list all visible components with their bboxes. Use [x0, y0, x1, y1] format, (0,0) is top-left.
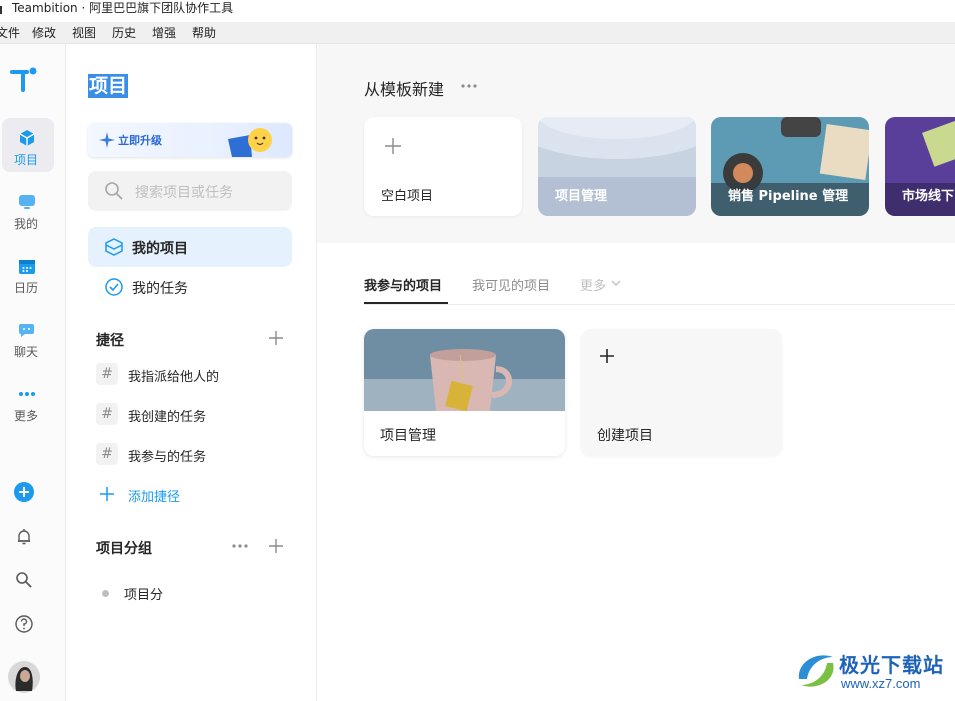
menu-bar: 文件 修改 视图 历史 增强 帮助: [0, 22, 955, 44]
group-dot-icon: [102, 590, 109, 597]
nav-label: 我的任务: [132, 281, 188, 297]
template-heading: 从模板新建: [364, 80, 445, 99]
rail-item-label: 项目: [13, 153, 38, 167]
tab-participating[interactable]: 我参与的项目: [364, 275, 442, 294]
nav-my-tasks[interactable]: 我的任务: [88, 267, 292, 307]
help-icon[interactable]: [13, 613, 35, 635]
search-placeholder: 搜索项目或任务: [135, 185, 233, 201]
rail-item-label: 更多: [13, 409, 38, 423]
menu-help[interactable]: 帮助: [192, 26, 216, 40]
rail-item-label: 我的: [13, 217, 38, 231]
menu-history[interactable]: 历史: [112, 26, 136, 40]
add-group-plus-icon[interactable]: [268, 538, 284, 554]
add-shortcut-plus-icon[interactable]: [268, 330, 284, 346]
sidebar: 项目 立即升级 搜索项目或任务 我的项目 我的任务 捷径 # 我指派给他人的 #…: [66, 44, 317, 701]
template-card-label: 销售 Pipeline 管理: [728, 189, 849, 204]
app-icon: [0, 6, 4, 14]
add-shortcut-label: 添加捷径: [128, 490, 181, 505]
rail-item-label: 聊天: [13, 345, 38, 359]
shortcut-label: 我指派给他人的: [128, 370, 220, 385]
add-icon[interactable]: [13, 481, 35, 503]
plus-icon: [100, 487, 114, 501]
hash-icon: #: [96, 363, 118, 385]
project-card-label: 项目管理: [380, 428, 436, 444]
rail-item-calendar[interactable]: 日历: [2, 246, 54, 300]
project-cube-icon: [19, 130, 35, 146]
shortcut-label: 我创建的任务: [128, 410, 207, 425]
upgrade-label: 立即升级: [118, 134, 162, 147]
group-more-icon[interactable]: [231, 538, 249, 554]
create-project-card[interactable]: 创建项目: [581, 329, 782, 456]
watermark: 极光下载站 www.xz7.com: [793, 645, 953, 697]
search-icon[interactable]: [13, 569, 35, 591]
chevron-down-icon: [611, 280, 621, 286]
create-project-label: 创建项目: [597, 428, 653, 444]
active-tab-indicator: [364, 302, 448, 304]
nav-label: 我的项目: [132, 241, 188, 257]
nav-my-projects[interactable]: 我的项目: [88, 227, 292, 267]
menu-file[interactable]: 文件: [0, 26, 20, 40]
template-card-label: 市场线下: [902, 189, 955, 204]
tab-more[interactable]: 更多: [580, 275, 606, 294]
menu-edit[interactable]: 修改: [32, 26, 56, 40]
main-content: 从模板新建 空白项目 项目管理 销售 Pipeline 管理 市场线下 我参与的…: [317, 44, 955, 701]
project-layers-icon: [105, 238, 123, 256]
chat-bubble-icon: [18, 324, 34, 337]
template-section: 从模板新建 空白项目 项目管理 销售 Pipeline 管理 市场线下: [317, 44, 955, 243]
template-card-offline-marketing[interactable]: 市场线下: [885, 117, 955, 216]
window-title: Teambition · 阿里巴巴旗下团队协作工具: [12, 1, 234, 15]
teambition-logo-icon[interactable]: [10, 66, 38, 94]
search-icon: [105, 182, 123, 200]
plus-icon: [600, 349, 614, 363]
project-card[interactable]: 项目管理: [364, 329, 565, 456]
template-card-sales-pipeline[interactable]: 销售 Pipeline 管理: [711, 117, 869, 216]
menu-enhance[interactable]: 增强: [152, 26, 176, 40]
left-rail: 项目 我的 日历 聊天 更多: [0, 44, 66, 701]
shortcuts-heading: 捷径: [96, 333, 124, 349]
watermark-url: www.xz7.com: [841, 676, 921, 691]
menu-view[interactable]: 视图: [72, 26, 96, 40]
sidebar-title: 项目: [88, 74, 129, 98]
plus-icon: [385, 138, 401, 154]
template-more-icon[interactable]: [460, 81, 478, 91]
more-dots-icon: [19, 392, 35, 396]
title-bar: Teambition · 阿里巴巴旗下团队协作工具: [0, 0, 955, 22]
rail-item-mine[interactable]: 我的: [2, 182, 54, 236]
calendar-icon: [19, 260, 35, 274]
group-label: 项目分: [124, 588, 164, 603]
rail-item-more[interactable]: 更多: [2, 374, 54, 428]
my-monitor-icon: [19, 195, 35, 209]
upgrade-banner[interactable]: 立即升级: [88, 123, 292, 157]
template-card-label: 空白项目: [381, 189, 434, 204]
search-bar[interactable]: 搜索项目或任务: [88, 171, 292, 211]
hash-icon: #: [96, 443, 118, 465]
mascot-illustration: [228, 128, 272, 157]
shortcut-label: 我参与的任务: [128, 450, 207, 465]
watermark-logo-icon: [798, 655, 834, 687]
template-card-project-management[interactable]: 项目管理: [538, 117, 696, 216]
rail-item-chat[interactable]: 聊天: [2, 310, 54, 364]
template-card-blank[interactable]: 空白项目: [364, 117, 522, 216]
hash-icon: #: [96, 403, 118, 425]
sparkle-icon: [99, 132, 115, 148]
tab-visible[interactable]: 我可见的项目: [472, 275, 550, 294]
project-groups-heading: 项目分组: [96, 541, 152, 557]
template-card-label: 项目管理: [555, 189, 608, 204]
check-circle-icon: [105, 278, 123, 296]
avatar[interactable]: [8, 661, 40, 693]
bell-icon[interactable]: [13, 526, 35, 548]
project-tabs: 我参与的项目 我可见的项目 更多: [364, 272, 955, 305]
watermark-title: 极光下载站: [839, 653, 944, 677]
rail-item-label: 日历: [13, 281, 38, 295]
rail-item-project[interactable]: 项目: [2, 118, 54, 172]
project-cover-image: [364, 329, 565, 411]
